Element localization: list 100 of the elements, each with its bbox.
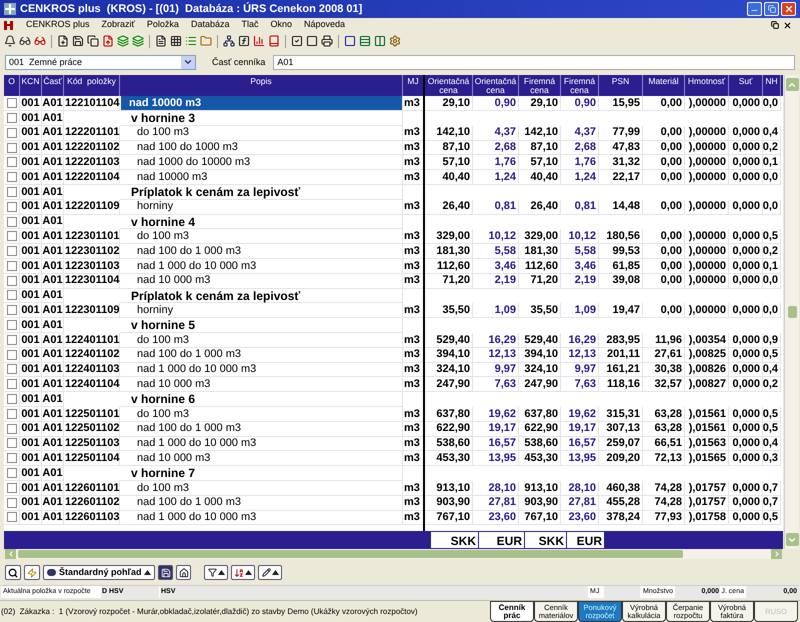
column-header[interactable]: Časť: [43, 77, 62, 86]
menu-item[interactable]: CENKROS plus: [26, 18, 90, 32]
square-icon[interactable]: [306, 35, 318, 48]
folder-icon[interactable]: [200, 35, 212, 48]
view-dropdown[interactable]: Štandardný pohľad: [43, 565, 156, 580]
table-cell-text: 767,10: [524, 510, 558, 526]
horizontal-scrollbar[interactable]: [5, 549, 782, 560]
row-checkbox[interactable]: [6, 128, 16, 138]
column-header[interactable]: MJ: [407, 77, 419, 86]
row-checkbox[interactable]: [6, 394, 16, 404]
row-checkbox[interactable]: [6, 468, 16, 478]
table-cell-text: 74,28: [654, 495, 682, 510]
column-header[interactable]: Materiál: [648, 77, 679, 86]
column-header[interactable]: PSN: [612, 77, 630, 86]
columns-icon[interactable]: [374, 35, 386, 48]
file-text-icon[interactable]: [155, 35, 167, 48]
column-header[interactable]: Orientačná cena: [473, 77, 518, 96]
column-header[interactable]: Firemná cena: [561, 77, 598, 96]
row-checkbox[interactable]: [6, 98, 16, 108]
row-checkbox[interactable]: [6, 408, 16, 419]
table-cell-text: 3,46: [494, 258, 516, 274]
layers-icon[interactable]: [117, 35, 129, 48]
column-header[interactable]: Orientačná cena: [425, 77, 472, 96]
column-header[interactable]: Suť: [738, 77, 752, 86]
row-checkbox[interactable]: [6, 276, 16, 286]
network-icon[interactable]: [223, 35, 235, 48]
home-button[interactable]: [176, 565, 192, 580]
menu-item[interactable]: Nápoveda: [304, 18, 346, 32]
part-field[interactable]: A01: [273, 54, 795, 70]
menu-item[interactable]: Tlač: [241, 18, 258, 32]
copy-icon[interactable]: [87, 35, 99, 48]
column-header[interactable]: NH: [765, 77, 778, 86]
grid-icon[interactable]: [170, 35, 182, 48]
lightning-button[interactable]: [24, 565, 40, 580]
column-header[interactable]: O: [8, 77, 15, 86]
gear-icon[interactable]: [389, 35, 401, 48]
function-icon[interactable]: [238, 35, 250, 48]
pen-button[interactable]: [258, 565, 282, 580]
section-dropdown[interactable]: 001 Zemné práce: [5, 54, 196, 70]
bell-icon[interactable]: [4, 35, 16, 48]
save-button[interactable]: [158, 565, 174, 580]
close-button[interactable]: [781, 2, 796, 16]
file-plus-icon[interactable]: [57, 35, 69, 48]
sort-button[interactable]: [231, 565, 256, 580]
glasses-icon[interactable]: [34, 35, 46, 48]
row-checkbox[interactable]: [6, 172, 16, 182]
file-up-icon[interactable]: [102, 35, 114, 48]
close-icon[interactable]: [783, 20, 792, 30]
column-header[interactable]: Popis: [250, 77, 272, 86]
row-checkbox[interactable]: [6, 290, 16, 300]
scroll-thumb[interactable]: [18, 550, 683, 558]
layers-icon[interactable]: [132, 35, 144, 48]
row-checkbox[interactable]: [6, 246, 16, 256]
table-cell-text: A01: [42, 288, 63, 304]
search-button[interactable]: [5, 565, 21, 580]
row-checkbox[interactable]: [6, 364, 16, 374]
row-checkbox[interactable]: [6, 424, 16, 434]
menu-item[interactable]: Položka: [146, 18, 179, 32]
column-header[interactable]: Kód položky: [67, 77, 116, 86]
row-checkbox[interactable]: [6, 453, 16, 464]
save-icon[interactable]: [72, 35, 84, 48]
chevron-right-icon[interactable]: [772, 550, 780, 558]
menu-item[interactable]: Zobraziť: [102, 18, 135, 32]
scroll-thumb[interactable]: [788, 306, 796, 318]
row-checkbox[interactable]: [6, 482, 16, 493]
row-checkbox[interactable]: [6, 438, 16, 448]
column-header[interactable]: Firemná cena: [519, 77, 560, 96]
printer-icon[interactable]: [321, 35, 333, 48]
row-checkbox[interactable]: [6, 320, 16, 330]
row-checkbox[interactable]: [6, 112, 16, 123]
row-checkbox[interactable]: [6, 231, 16, 242]
book-icon[interactable]: [268, 35, 280, 48]
column-header[interactable]: Hmotnosť: [688, 77, 726, 86]
filter-button[interactable]: [204, 565, 228, 580]
chevron-left-icon[interactable]: [6, 550, 14, 558]
tab[interactable]: Cenník prác: [490, 601, 534, 622]
row-checkbox[interactable]: [6, 260, 16, 271]
row-checkbox[interactable]: [6, 498, 16, 508]
chart-icon[interactable]: [253, 35, 265, 48]
column-header[interactable]: KCN: [22, 77, 40, 86]
rows-icon[interactable]: [359, 35, 371, 48]
row-checkbox[interactable]: [6, 334, 16, 345]
row-checkbox[interactable]: [6, 216, 16, 226]
row-checkbox[interactable]: [6, 157, 16, 168]
row-checkbox[interactable]: [6, 142, 16, 153]
menu-item[interactable]: Okno: [270, 18, 292, 32]
row-checkbox[interactable]: [6, 350, 16, 360]
menu-item[interactable]: Databáza: [190, 18, 230, 32]
row-checkbox[interactable]: [6, 305, 16, 316]
row-checkbox[interactable]: [6, 202, 16, 212]
row-checkbox[interactable]: [6, 379, 16, 390]
vertical-scrollbar[interactable]: [784, 75, 799, 550]
restore-icon[interactable]: [771, 20, 779, 29]
restore-button[interactable]: [764, 2, 779, 16]
row-checkbox[interactable]: [6, 186, 16, 197]
check-square-icon[interactable]: [291, 35, 303, 48]
glasses-icon[interactable]: [19, 35, 31, 48]
minimize-button[interactable]: [747, 2, 762, 16]
row-checkbox[interactable]: [6, 512, 16, 522]
square-icon[interactable]: [344, 35, 356, 48]
